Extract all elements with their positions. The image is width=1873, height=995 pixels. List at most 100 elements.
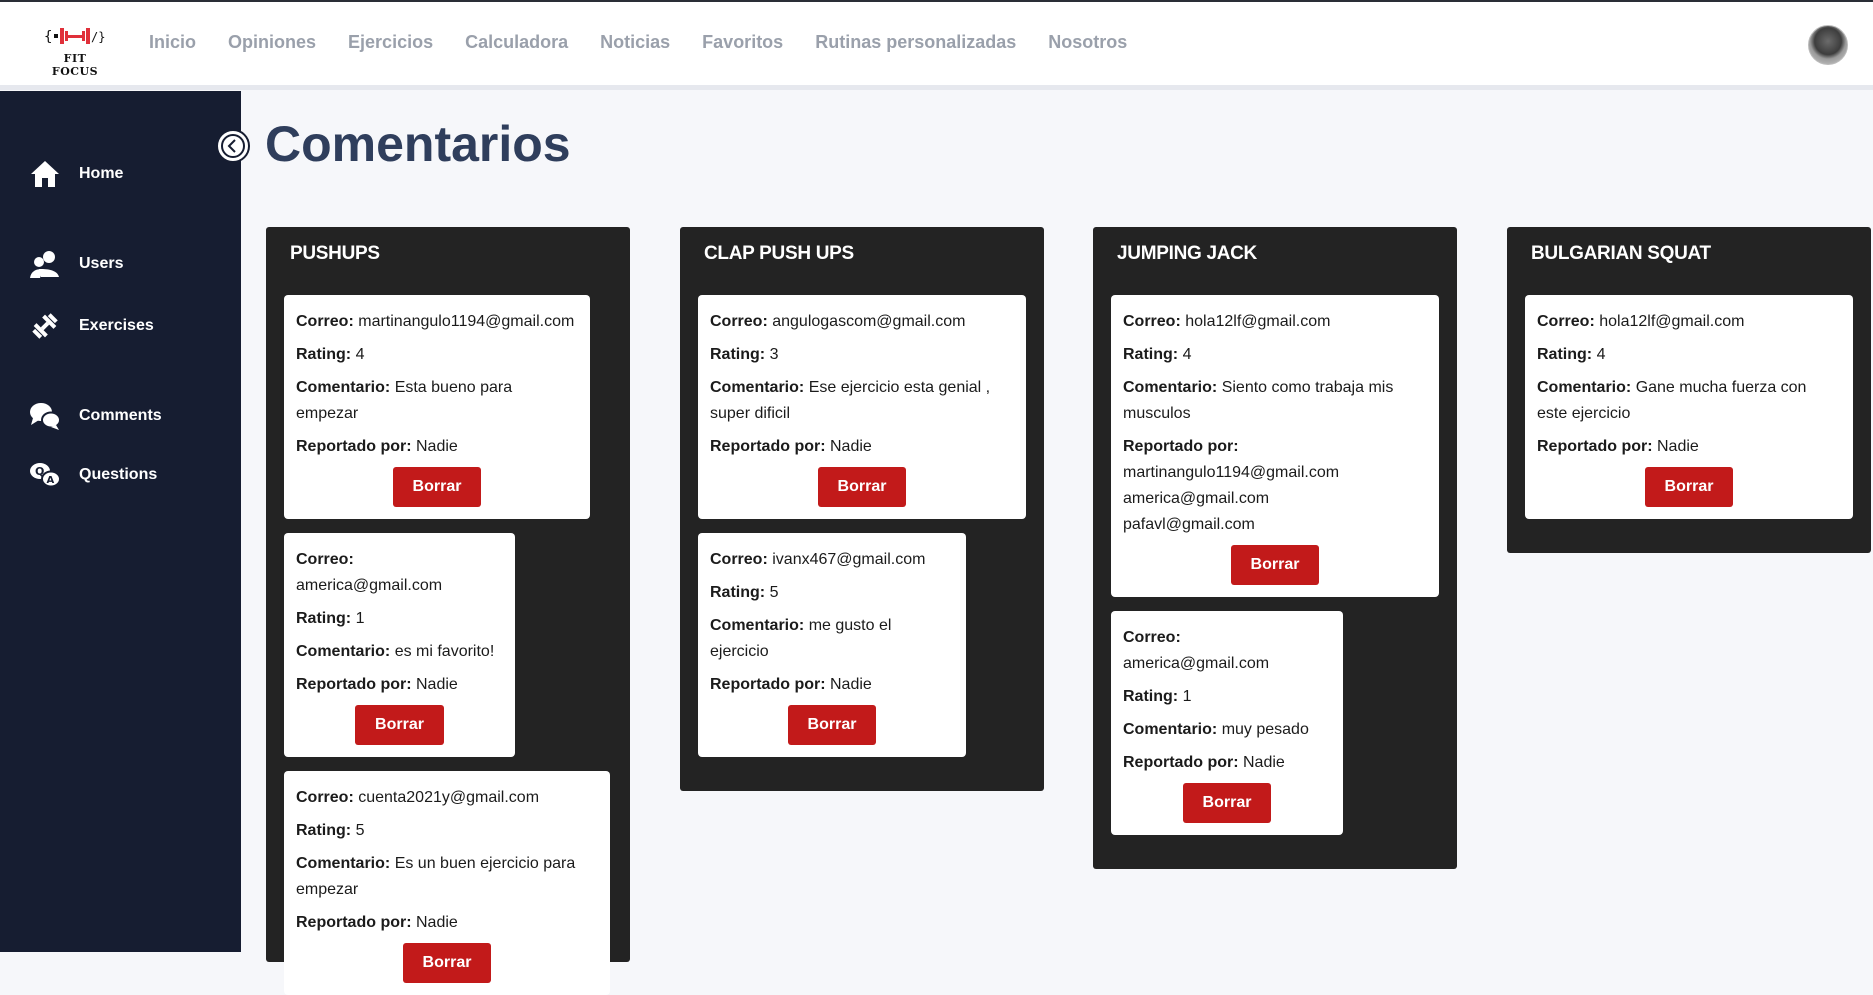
nav-noticias[interactable]: Noticias (600, 32, 670, 53)
column-title: JUMPING JACK (1117, 243, 1257, 264)
exercise-column-clap-push-ups: CLAP PUSH UPS Correo: angulogascom@gmail… (680, 227, 1044, 791)
rating-label: Rating: (1537, 346, 1593, 363)
email-value: angulogascom@gmail.com (772, 313, 966, 330)
sidebar-item-users[interactable]: Users (28, 249, 123, 279)
sidebar-item-label: Questions (79, 466, 158, 483)
nav-favoritos[interactable]: Favoritos (702, 32, 783, 53)
rating-value: 4 (1182, 346, 1192, 363)
rating-value: 1 (1182, 688, 1192, 705)
exercise-column-bulgarian-squat: BULGARIAN SQUAT Correo: hola12lf@gmail.c… (1507, 227, 1871, 553)
comment-label: Comentario: (1537, 379, 1632, 396)
sidebar-item-label: Exercises (79, 317, 154, 334)
delete-button[interactable]: Borrar (1644, 467, 1734, 507)
sidebar-collapse-button[interactable] (216, 129, 250, 163)
rating-label: Rating: (296, 610, 352, 627)
reported-label: Reportado por: (296, 438, 412, 455)
user-avatar[interactable] (1808, 25, 1848, 65)
reported-label: Reportado por: (296, 914, 412, 931)
rating-value: 5 (355, 822, 365, 839)
comment-label: Comentario: (710, 379, 805, 396)
reported-label: Reportado por: (1123, 754, 1239, 771)
reported-label: Reportado por: (296, 676, 412, 693)
sidebar-item-comments[interactable]: Comments (28, 401, 162, 431)
email-value: america@gmail.com (1123, 655, 1270, 672)
nav-inicio[interactable]: Inicio (149, 32, 196, 53)
rating-label: Rating: (1123, 346, 1179, 363)
logo-text: FIT FOCUS (51, 52, 99, 78)
users-icon (28, 249, 62, 279)
comment-label: Comentario: (710, 617, 805, 634)
rating-label: Rating: (1123, 688, 1179, 705)
nav-opiniones[interactable]: Opiniones (228, 32, 316, 53)
comment-label: Comentario: (296, 855, 391, 872)
column-title: CLAP PUSH UPS (704, 243, 854, 264)
reported-value: Nadie (416, 438, 458, 455)
delete-button[interactable]: Borrar (1182, 783, 1272, 823)
sidebar-item-home[interactable]: Home (28, 159, 123, 189)
nav-ejercicios[interactable]: Ejercicios (348, 32, 433, 53)
svg-text:A: A (47, 475, 55, 486)
sidebar-item-exercises[interactable]: Exercises (28, 311, 154, 341)
column-title: BULGARIAN SQUAT (1531, 243, 1711, 264)
rating-value: 3 (769, 346, 779, 363)
rating-label: Rating: (710, 584, 766, 601)
svg-text:{: { (44, 29, 52, 45)
nav-calculadora[interactable]: Calculadora (465, 32, 568, 53)
comment-label: Comentario: (1123, 721, 1218, 738)
email-value: ivanx467@gmail.com (772, 551, 926, 568)
chevron-left-icon (221, 134, 245, 158)
rating-value: 5 (769, 584, 779, 601)
email-label: Correo: (1123, 629, 1181, 646)
sidebar-item-questions[interactable]: QA Questions (28, 460, 157, 490)
rating-value: 4 (355, 346, 365, 363)
reported-label: Reportado por: (1537, 438, 1653, 455)
comment-card: Correo: cuenta2021y@gmail.com Rating: 5 … (284, 771, 610, 995)
reported-label: Reportado por: (710, 676, 826, 693)
comment-label: Comentario: (1123, 379, 1218, 396)
reported-value: Nadie (416, 914, 458, 931)
email-label: Correo: (296, 551, 354, 568)
sidebar: Home Users Exercises Comments QA Questio… (0, 91, 241, 952)
email-label: Correo: (1123, 313, 1181, 330)
fit-focus-logo[interactable]: { /} FIT FOCUS (40, 22, 110, 78)
delete-button[interactable]: Borrar (817, 467, 907, 507)
page-title: Comentarios (265, 116, 571, 172)
dumbbell-icon (28, 311, 62, 341)
reported-value: Nadie (1657, 438, 1699, 455)
delete-button[interactable]: Borrar (787, 705, 877, 745)
email-value: hola12lf@gmail.com (1185, 313, 1331, 330)
sidebar-item-label: Users (79, 255, 124, 272)
rating-label: Rating: (296, 822, 352, 839)
reported-value: Nadie (830, 438, 872, 455)
comments-icon (28, 401, 62, 431)
delete-button[interactable]: Borrar (1230, 545, 1320, 585)
comment-card: Correo: ivanx467@gmail.com Rating: 5 Com… (698, 533, 966, 757)
sidebar-item-label: Comments (79, 407, 162, 424)
comment-value: muy pesado (1221, 721, 1309, 738)
column-title: PUSHUPS (290, 243, 380, 264)
reported-value: martinangulo1194@gmail.com america@gmail… (1123, 464, 1340, 533)
nav-rutinas-personalizadas[interactable]: Rutinas personalizadas (815, 32, 1016, 53)
comment-card: Correo: hola12lf@gmail.com Rating: 4 Com… (1525, 295, 1853, 519)
questions-icon: QA (28, 460, 62, 490)
delete-button[interactable]: Borrar (392, 467, 482, 507)
home-icon (28, 159, 62, 189)
reported-value: Nadie (416, 676, 458, 693)
dumbbell-logo-icon: { /} (44, 28, 105, 45)
nav-nosotros[interactable]: Nosotros (1048, 32, 1127, 53)
delete-button[interactable]: Borrar (355, 705, 444, 745)
sidebar-item-label: Home (79, 165, 124, 182)
comment-label: Comentario: (296, 643, 391, 660)
email-label: Correo: (296, 313, 354, 330)
comment-value: es mi favorito! (394, 643, 495, 660)
rating-label: Rating: (710, 346, 766, 363)
comment-card: Correo: america@gmail.com Rating: 1 Come… (1111, 611, 1343, 835)
comment-card: Correo: angulogascom@gmail.com Rating: 3… (698, 295, 1026, 519)
exercise-column-jumping-jack: JUMPING JACK Correo: hola12lf@gmail.com … (1093, 227, 1457, 869)
reported-value: Nadie (1243, 754, 1285, 771)
reported-label: Reportado por: (1123, 438, 1239, 455)
email-label: Correo: (710, 313, 768, 330)
email-value: martinangulo1194@gmail.com (358, 313, 575, 330)
delete-button[interactable]: Borrar (402, 943, 492, 983)
email-value: hola12lf@gmail.com (1599, 313, 1745, 330)
